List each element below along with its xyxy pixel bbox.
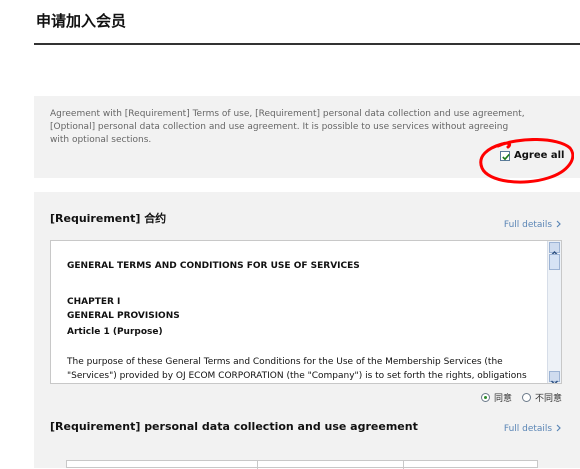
full-details-link[interactable]: Full details [504,424,562,434]
scroll-up-button[interactable] [549,242,560,256]
full-details-label: Full details [503,424,553,434]
terms-scroll-box[interactable]: GENERAL TERMS AND CONDITIONS FOR USE OF … [50,240,562,384]
terms-heading: GENERAL TERMS AND CONDITIONS FOR USE OF … [67,261,360,271]
checkmark-icon [502,153,510,160]
scroll-down-button[interactable] [549,371,560,383]
radio-disagree-label: 不同意 [534,394,562,404]
agree-radio-group: 同意 不同意 [480,391,562,404]
chevron-right-icon [556,220,561,228]
article-paragraph: The purpose of these General Terms and C… [67,357,527,381]
chevron-right-icon [556,424,561,432]
radio-agree-label: 同意 [493,394,512,404]
section-title: [Requirement] 合约 [50,212,167,225]
terms-text: GENERAL TERMS AND CONDITIONS FOR USE OF … [67,261,537,383]
terms-section: [Requirement] 合约 Full details GENERAL TE… [34,192,580,418]
agree-all-checkbox[interactable]: Agree all [500,150,564,161]
agree-all-panel: Agreement with [Requirement] Terms of us… [34,96,580,178]
radio-disagree[interactable] [521,393,531,402]
full-details-label: Full details [503,220,553,230]
checkbox[interactable] [500,150,510,161]
agree-all-label: Agree all [514,150,565,161]
scrollbar[interactable] [547,241,561,383]
scroll-thumb[interactable] [549,254,560,270]
personal-data-section: [Requirement] personal data collection a… [34,418,580,469]
radio-agree[interactable] [480,393,490,402]
chapter-label: CHAPTER I [67,297,121,307]
scroll-down-arrow-icon [551,380,558,383]
title-divider [34,43,580,45]
page-title: 申请加入会员 [36,12,127,30]
chapter-title: GENERAL PROVISIONS [67,311,180,321]
personal-data-table [66,460,538,469]
section-title: [Requirement] personal data collection a… [50,420,418,433]
article-title: Article 1 (Purpose) [67,327,163,337]
agreement-description: Agreement with [Requirement] Terms of us… [50,109,525,145]
full-details-link[interactable]: Full details [504,220,562,230]
